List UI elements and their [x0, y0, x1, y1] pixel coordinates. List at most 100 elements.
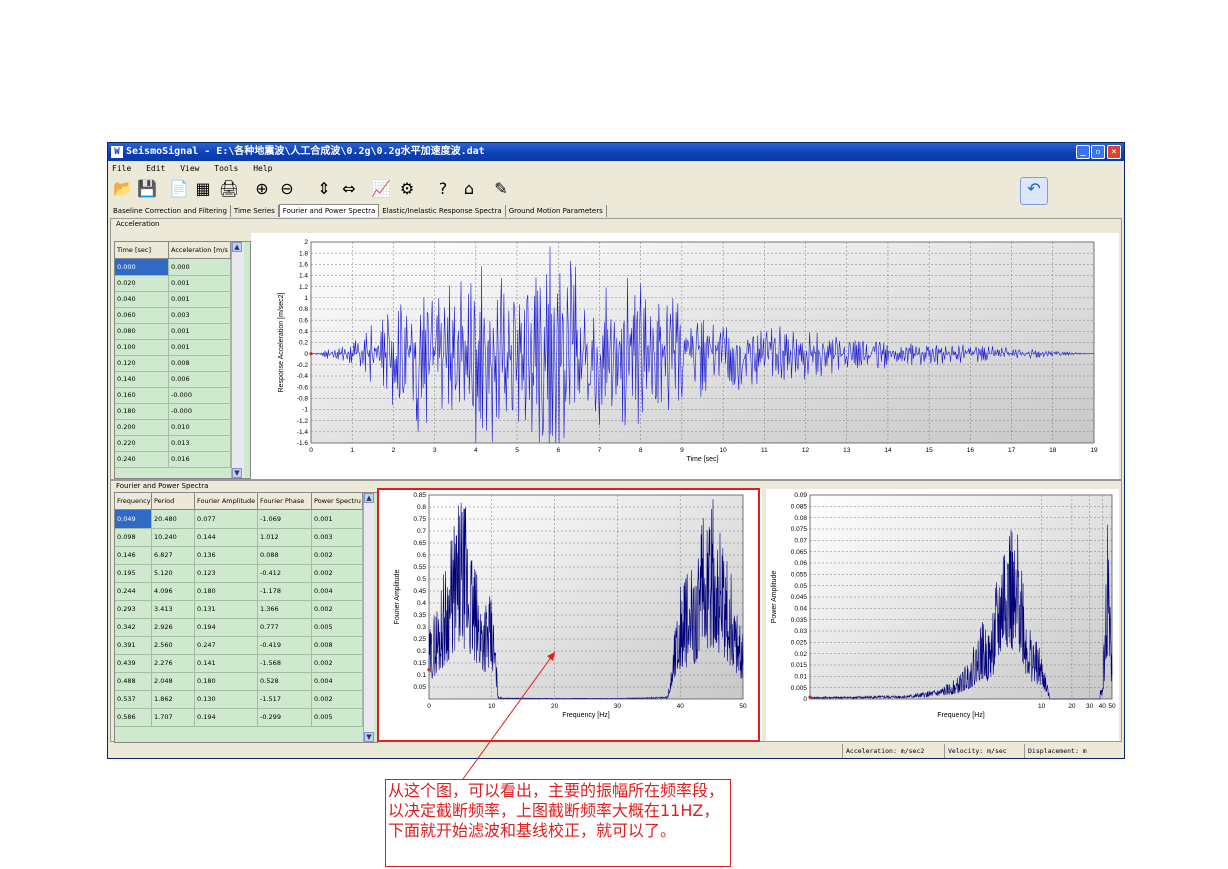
- table-cell[interactable]: 0.439: [115, 654, 152, 672]
- signal-icon[interactable]: ▦: [192, 178, 214, 200]
- table-cell[interactable]: 0.777: [258, 618, 312, 636]
- table-cell[interactable]: 0.391: [115, 636, 152, 654]
- table-cell[interactable]: 0.141: [195, 654, 258, 672]
- table-cell[interactable]: 0.146: [115, 546, 152, 564]
- table-row[interactable]: 0.537 1.862 0.130 -1.517 0.002: [115, 690, 363, 709]
- title-bar[interactable]: W SeismoSignal - E:\各种地震波\人工合成波\0.2g\0.2…: [108, 143, 1124, 161]
- table-cell[interactable]: 20.480: [152, 510, 195, 528]
- table-cell[interactable]: -1.178: [258, 582, 312, 600]
- table-row[interactable]: 0.098 10.240 0.144 1.012 0.003: [115, 528, 363, 547]
- scroll-up-icon[interactable]: ▲: [364, 493, 374, 503]
- table-row[interactable]: 0.391 2.560 0.247 -0.419 0.008: [115, 636, 363, 655]
- table-cell[interactable]: -0.419: [258, 636, 312, 654]
- table-cell[interactable]: 0.130: [195, 690, 258, 708]
- table-cell[interactable]: 0.220: [115, 435, 169, 451]
- edit-icon[interactable]: ✎: [490, 178, 512, 200]
- horizontal-arrows-icon[interactable]: ⇔: [338, 178, 360, 200]
- tab-4[interactable]: Ground Motion Parameters: [506, 205, 607, 217]
- table-cell[interactable]: 1.366: [258, 600, 312, 618]
- maximize-button[interactable]: ▫: [1091, 145, 1105, 159]
- table-cell[interactable]: 0.195: [115, 564, 152, 582]
- table-cell[interactable]: 0.247: [195, 636, 258, 654]
- table-cell[interactable]: 2.926: [152, 618, 195, 636]
- table-cell[interactable]: 1.707: [152, 708, 195, 726]
- tab-3[interactable]: Elastic/Inelastic Response Spectra: [379, 205, 506, 217]
- column-header[interactable]: Time [sec]: [115, 242, 169, 258]
- table-cell[interactable]: 0.008: [312, 636, 363, 654]
- table-cell[interactable]: 5.120: [152, 564, 195, 582]
- vertical-scrollbar[interactable]: ▲ ▼: [231, 242, 244, 478]
- table-cell[interactable]: 6.827: [152, 546, 195, 564]
- table-cell[interactable]: 1.012: [258, 528, 312, 546]
- home-icon[interactable]: ⌂: [458, 178, 480, 200]
- print-icon[interactable]: 🖨: [218, 178, 240, 200]
- table-cell[interactable]: 0.001: [312, 510, 363, 528]
- column-header[interactable]: Acceleration [m/s: [169, 242, 231, 258]
- table-cell[interactable]: 0.244: [115, 582, 152, 600]
- table-cell[interactable]: 0.194: [195, 708, 258, 726]
- table-cell[interactable]: -1.069: [258, 510, 312, 528]
- table-row[interactable]: 0.488 2.048 0.180 0.528 0.004: [115, 672, 363, 691]
- column-header[interactable]: Power Spectru: [312, 493, 363, 509]
- tab-2[interactable]: Fourier and Power Spectra: [278, 204, 380, 217]
- table-cell[interactable]: -1.517: [258, 690, 312, 708]
- table-cell[interactable]: 0.293: [115, 600, 152, 618]
- scroll-up-icon[interactable]: ▲: [232, 242, 242, 252]
- table-cell[interactable]: 0.200: [115, 419, 169, 435]
- table-cell[interactable]: 2.560: [152, 636, 195, 654]
- table-cell[interactable]: 0.586: [115, 708, 152, 726]
- menu-tools[interactable]: Tools: [214, 164, 238, 173]
- table-cell[interactable]: 1.862: [152, 690, 195, 708]
- table-cell[interactable]: 0.180: [115, 403, 169, 419]
- table-cell[interactable]: 0.131: [195, 600, 258, 618]
- table-row[interactable]: 0.240 0.016: [115, 451, 231, 468]
- table-row[interactable]: 0.000 0.000: [115, 259, 231, 276]
- fourier-table[interactable]: Frequency Period Fourier Amplitude Fourier …: [114, 492, 378, 743]
- table-cell[interactable]: 0.144: [195, 528, 258, 546]
- table-cell[interactable]: 4.096: [152, 582, 195, 600]
- close-button[interactable]: ✕: [1107, 145, 1121, 159]
- table-row[interactable]: 0.020 0.001: [115, 275, 231, 292]
- table-cell[interactable]: -0.412: [258, 564, 312, 582]
- table-cell[interactable]: 0.002: [312, 546, 363, 564]
- table-row[interactable]: 0.120 0.008: [115, 355, 231, 372]
- table-row[interactable]: 0.293 3.413 0.131 1.366 0.002: [115, 600, 363, 619]
- table-cell[interactable]: -0.299: [258, 708, 312, 726]
- column-header[interactable]: Fourier Phase: [258, 493, 312, 509]
- menu-help[interactable]: Help: [253, 164, 272, 173]
- table-cell[interactable]: 0.136: [195, 546, 258, 564]
- table-cell[interactable]: 0.537: [115, 690, 152, 708]
- table-cell[interactable]: 0.180: [195, 672, 258, 690]
- table-cell[interactable]: 0.008: [169, 355, 231, 371]
- back-arrow-icon[interactable]: ↶: [1020, 177, 1048, 205]
- table-cell[interactable]: 0.049: [115, 510, 152, 528]
- table-cell[interactable]: 0.004: [312, 672, 363, 690]
- table-cell[interactable]: 0.180: [195, 582, 258, 600]
- table-cell[interactable]: 2.276: [152, 654, 195, 672]
- table-cell[interactable]: 2.048: [152, 672, 195, 690]
- column-header[interactable]: Period: [152, 493, 195, 509]
- table-row[interactable]: 0.200 0.010: [115, 419, 231, 436]
- table-row[interactable]: 0.244 4.096 0.180 -1.178 0.004: [115, 582, 363, 601]
- menu-view[interactable]: View: [180, 164, 199, 173]
- table-cell[interactable]: 3.413: [152, 600, 195, 618]
- table-cell[interactable]: -1.568: [258, 654, 312, 672]
- new-document-icon[interactable]: 📄: [168, 178, 190, 200]
- table-cell[interactable]: 0.016: [169, 451, 231, 467]
- vertical-scrollbar[interactable]: ▲ ▼: [363, 493, 374, 742]
- table-cell[interactable]: 0.342: [115, 618, 152, 636]
- table-row[interactable]: 0.160 -0.000: [115, 387, 231, 404]
- table-cell[interactable]: 0.001: [169, 275, 231, 291]
- zoom-out-icon[interactable]: ⊖: [276, 178, 298, 200]
- save-icon[interactable]: 💾: [136, 178, 158, 200]
- table-cell[interactable]: 0.140: [115, 371, 169, 387]
- table-cell[interactable]: 0.001: [169, 323, 231, 339]
- table-cell[interactable]: 0.002: [312, 690, 363, 708]
- table-row[interactable]: 0.146 6.827 0.136 0.088 0.002: [115, 546, 363, 565]
- table-cell[interactable]: 0.060: [115, 307, 169, 323]
- table-cell[interactable]: 0.100: [115, 339, 169, 355]
- chart-icon[interactable]: 📈: [370, 178, 392, 200]
- help-icon[interactable]: ?: [432, 178, 454, 200]
- scroll-down-icon[interactable]: ▼: [364, 732, 374, 742]
- table-cell[interactable]: 0.000: [169, 259, 231, 275]
